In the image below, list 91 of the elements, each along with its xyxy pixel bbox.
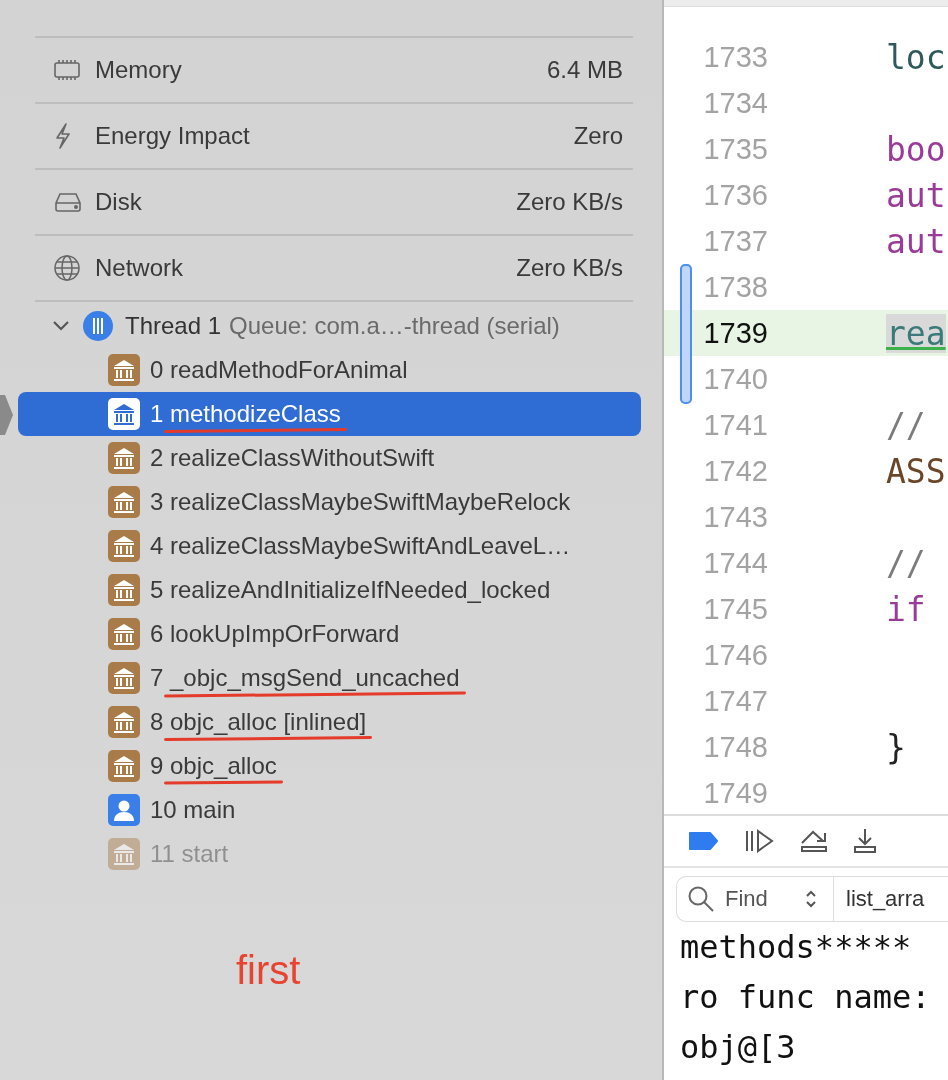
code-text: loc bbox=[886, 37, 946, 77]
line-number: 1749 bbox=[702, 776, 768, 810]
library-icon bbox=[108, 574, 140, 606]
frame-name: 11 start bbox=[150, 840, 229, 868]
line-number: 1737 bbox=[702, 224, 768, 258]
line-number: 1739 bbox=[702, 316, 768, 350]
stat-value: Zero KB/s bbox=[516, 188, 623, 216]
stack-frame-row[interactable]: 6 lookUpImpOrForward bbox=[18, 612, 641, 656]
library-icon bbox=[108, 838, 140, 870]
filter-field[interactable]: Find list_arra bbox=[676, 876, 948, 922]
frame-name: 2 realizeClassWithoutSwift bbox=[150, 444, 435, 472]
code-text: // bbox=[886, 543, 926, 583]
line-number: 1748 bbox=[702, 730, 768, 764]
library-icon bbox=[108, 530, 140, 562]
stack-frame-row[interactable]: 9 objc_alloc bbox=[18, 744, 641, 788]
code-text: } bbox=[886, 727, 906, 767]
frame-name: 1 methodizeClass bbox=[150, 400, 341, 428]
library-icon bbox=[108, 442, 140, 474]
scope-menu[interactable]: list_arra bbox=[833, 877, 925, 921]
line-number: 1741 bbox=[702, 408, 768, 442]
library-icon bbox=[108, 706, 140, 738]
disk-icon bbox=[53, 191, 83, 213]
stack-frame-row[interactable]: 2 realizeClassWithoutSwift bbox=[18, 436, 641, 480]
code-text: if bbox=[886, 589, 926, 629]
line-number: 1733 bbox=[702, 40, 768, 74]
pointer-icon bbox=[0, 395, 13, 435]
frame-name: 10 main bbox=[150, 796, 236, 824]
library-icon bbox=[108, 662, 140, 694]
library-icon bbox=[108, 618, 140, 650]
code-text: aut bbox=[886, 221, 946, 261]
line-number: 1743 bbox=[702, 500, 768, 534]
line-number: 1735 bbox=[702, 132, 768, 166]
line-number: 1744 bbox=[702, 546, 768, 580]
stat-label: Memory bbox=[95, 56, 183, 84]
frame-name: 6 lookUpImpOrForward bbox=[150, 620, 400, 648]
console-line: obj@[3 bbox=[680, 1027, 797, 1068]
stat-value: 6.4 MB bbox=[546, 56, 623, 84]
stack-frame-row[interactable]: 8 objc_alloc [inlined] bbox=[18, 700, 641, 744]
library-icon bbox=[108, 398, 140, 430]
line-number: 1746 bbox=[702, 638, 768, 672]
frame-name: 4 realizeClassMaybeSwiftAndLeaveL… bbox=[150, 532, 571, 560]
thread-name: Thread 1 bbox=[125, 312, 222, 340]
stat-label: Network bbox=[95, 254, 185, 282]
library-icon bbox=[108, 750, 140, 782]
frame-name: 8 objc_alloc [inlined] bbox=[150, 708, 367, 736]
code-text: // bbox=[886, 405, 926, 445]
disclosure-chevron-icon[interactable] bbox=[52, 320, 70, 332]
stack-frame-row[interactable]: 7 _objc_msgSend_uncached bbox=[18, 656, 641, 700]
line-number: 1745 bbox=[702, 592, 768, 626]
code-text: ASS bbox=[886, 451, 946, 491]
frame-name: 3 realizeClassMaybeSwiftMaybeRelock bbox=[150, 488, 571, 516]
console-line: methods***** bbox=[680, 927, 913, 968]
frame-name: 9 objc_alloc bbox=[150, 752, 277, 780]
line-number: 1747 bbox=[702, 684, 768, 718]
stat-label: Energy Impact bbox=[95, 122, 251, 150]
stat-value: Zero bbox=[573, 122, 623, 150]
frame-name: 7 _objc_msgSend_uncached bbox=[150, 664, 460, 692]
thread-queue: Queue: com.a…-thread (serial) bbox=[229, 312, 560, 340]
stack-frame-row[interactable]: 1 methodizeClass bbox=[18, 392, 641, 436]
breakpoint-toggle-icon[interactable] bbox=[688, 832, 718, 850]
line-number: 1738 bbox=[702, 270, 768, 304]
stack-frame-row[interactable]: 4 realizeClassMaybeSwiftAndLeaveL… bbox=[18, 524, 641, 568]
code-text: boo bbox=[886, 129, 946, 169]
search-icon bbox=[687, 885, 715, 913]
frame-name: 0 readMethodForAnimal bbox=[150, 356, 408, 384]
library-icon bbox=[108, 486, 140, 518]
continue-icon[interactable] bbox=[744, 829, 774, 853]
up-down-chevron-icon[interactable] bbox=[805, 890, 817, 908]
stack-frame-row[interactable]: 5 realizeAndInitializeIfNeeded_locked bbox=[18, 568, 641, 612]
code-text: aut bbox=[886, 175, 946, 215]
bolt-icon bbox=[53, 122, 73, 150]
line-number: 1742 bbox=[702, 454, 768, 488]
stack-frame-row[interactable]: 0 readMethodForAnimal bbox=[18, 348, 641, 392]
stack-frame-row[interactable]: 3 realizeClassMaybeSwiftMaybeRelock bbox=[18, 480, 641, 524]
annotation-text: first bbox=[236, 948, 301, 993]
code-text: rea bbox=[886, 313, 946, 353]
globe-icon bbox=[53, 254, 81, 282]
stat-label: Disk bbox=[95, 188, 143, 216]
library-icon bbox=[108, 354, 140, 386]
stat-value: Zero KB/s bbox=[516, 254, 623, 282]
line-number: 1736 bbox=[702, 178, 768, 212]
stack-frame-row[interactable]: 10 main bbox=[18, 788, 641, 832]
frame-name: 5 realizeAndInitializeIfNeeded_locked bbox=[150, 576, 551, 604]
step-over-icon[interactable] bbox=[800, 829, 828, 853]
line-number: 1734 bbox=[702, 86, 768, 120]
step-into-icon[interactable] bbox=[854, 828, 876, 854]
chip-icon bbox=[53, 59, 81, 81]
line-number: 1740 bbox=[702, 362, 768, 396]
person-icon bbox=[108, 794, 140, 826]
console-line: ro func name: bbox=[680, 977, 932, 1018]
thread-icon bbox=[82, 310, 114, 342]
